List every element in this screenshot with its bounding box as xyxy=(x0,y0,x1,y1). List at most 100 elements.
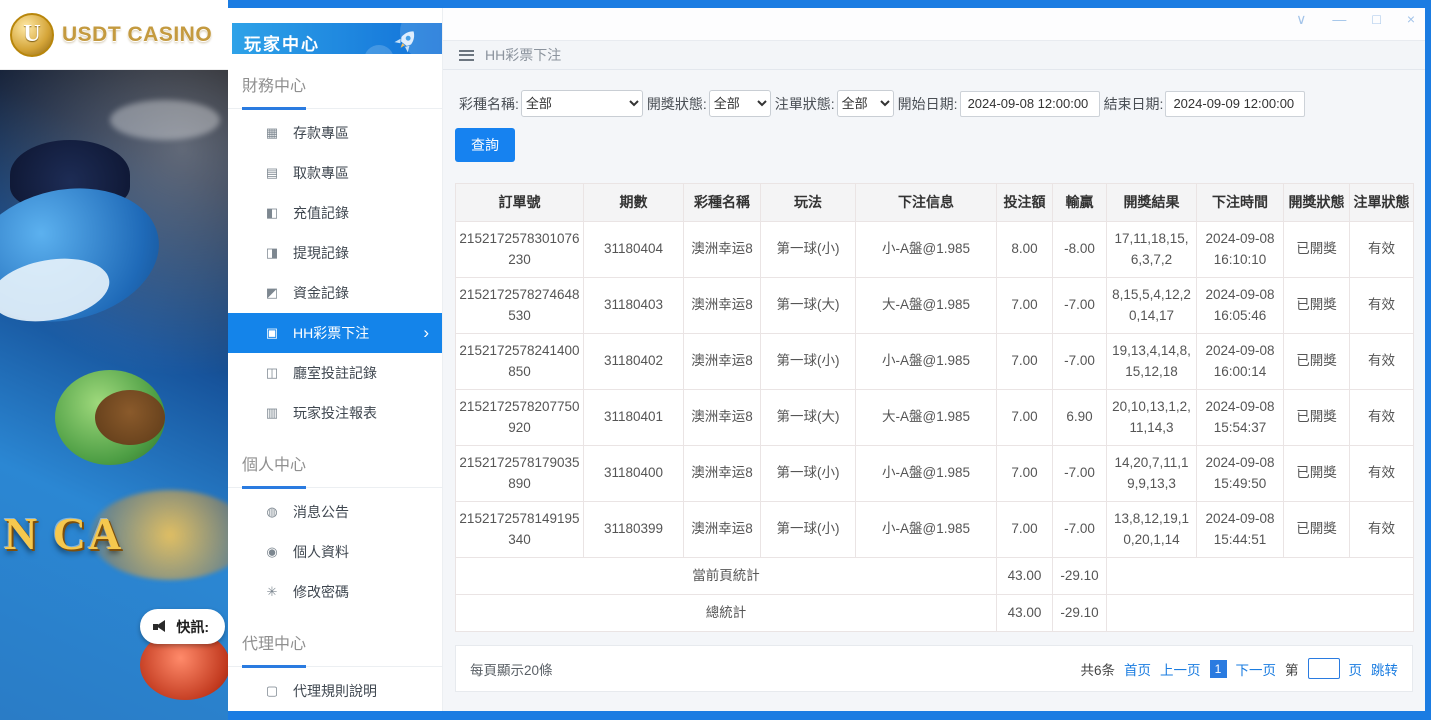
sidebar: 玩家中心 PLAYERS CENTER 財務中心▦存款專區›▤取款專區›◧充值記… xyxy=(228,8,443,711)
table-cell: 澳洲幸运8 xyxy=(684,502,761,558)
table-cell: -7.00 xyxy=(1053,278,1107,334)
funds-record-icon: ◩ xyxy=(264,285,280,301)
table-cell: 澳洲幸运8 xyxy=(684,390,761,446)
table-cell: 2024-09-08 15:54:37 xyxy=(1197,390,1284,446)
sidebar-item[interactable]: ▥玩家投注報表› xyxy=(228,393,442,433)
table-cell: 已開獎 xyxy=(1284,222,1350,278)
table-cell: 14,20,7,11,19,9,13,3 xyxy=(1107,446,1197,502)
table-cell: 大-A盤@1.985 xyxy=(856,278,997,334)
sidebar-item[interactable]: ◫廳室投註記錄› xyxy=(228,353,442,393)
table-row: 215217257824140085031180402澳洲幸运8第一球(小)小-… xyxy=(456,334,1414,390)
bets-table-wrap: 訂單號期數彩種名稱玩法下注信息投注額輸贏開獎結果下注時間開獎狀態注單狀態 215… xyxy=(455,183,1413,632)
lottery-name-select[interactable]: 全部 xyxy=(521,90,643,117)
sidebar-item-label: 玩家投注報表 xyxy=(293,403,377,423)
total-count-text: 共6条 xyxy=(1080,659,1115,679)
table-cell: 31180404 xyxy=(584,222,684,278)
table-cell: -8.00 xyxy=(1053,222,1107,278)
summary-winloss-total: -29.10 xyxy=(1053,558,1107,595)
search-button[interactable]: 查詢 xyxy=(455,128,515,162)
summary-empty-cell xyxy=(1107,558,1414,595)
minimize-icon[interactable]: — xyxy=(1332,10,1346,28)
table-row: 215217257827464853031180403澳洲幸运8第一球(大)大-… xyxy=(456,278,1414,334)
close-icon[interactable]: × xyxy=(1407,10,1415,28)
column-header: 投注額 xyxy=(997,184,1053,222)
sidebar-item[interactable]: ▢代理規則說明› xyxy=(228,671,442,711)
sidebar-item-label: 取款專區 xyxy=(293,163,349,183)
sidebar-item-label: 存款專區 xyxy=(293,123,349,143)
table-cell: 大-A盤@1.985 xyxy=(856,390,997,446)
table-cell: 2024-09-08 16:05:46 xyxy=(1197,278,1284,334)
table-cell: 澳洲幸运8 xyxy=(684,334,761,390)
lottery-bet-icon: ▣ xyxy=(264,325,280,341)
table-cell: 7.00 xyxy=(997,334,1053,390)
jump-page-input[interactable] xyxy=(1308,658,1340,679)
table-cell: 有效 xyxy=(1350,222,1414,278)
table-cell: -7.00 xyxy=(1053,502,1107,558)
column-header: 期數 xyxy=(584,184,684,222)
jump-prefix-label: 第 xyxy=(1285,659,1299,679)
column-header: 注單狀態 xyxy=(1350,184,1414,222)
sidebar-item[interactable]: ◧充值記錄› xyxy=(228,193,442,233)
sidebar-section: 代理中心▢代理規則說明› xyxy=(228,612,442,711)
table-cell: 8,15,5,4,12,20,14,17 xyxy=(1107,278,1197,334)
sidebar-item[interactable]: ▦存款專區› xyxy=(228,113,442,153)
table-cell: 2152172578241400850 xyxy=(456,334,584,390)
sidebar-item-label: 資金記錄 xyxy=(293,283,349,303)
sidebar-section-title: 個人中心 xyxy=(228,443,442,488)
order-status-select[interactable]: 全部 xyxy=(837,90,894,117)
gear-icon: ✳ xyxy=(264,584,280,600)
sidebar-item[interactable]: ◨提現記錄› xyxy=(228,233,442,273)
summary-row: 總統計43.00-29.10 xyxy=(456,595,1414,632)
column-header: 彩種名稱 xyxy=(684,184,761,222)
summary-label: 總統計 xyxy=(456,595,997,632)
search-row: 查詢 xyxy=(455,128,1413,162)
brand-name: USDT CASINO xyxy=(62,23,212,47)
draw-status-select[interactable]: 全部 xyxy=(709,90,771,117)
sidebar-item[interactable]: ◩資金記錄› xyxy=(228,273,442,313)
menu-toggle-icon[interactable] xyxy=(459,50,474,61)
column-header: 開獎狀態 xyxy=(1284,184,1350,222)
sidebar-item[interactable]: ▤取款專區› xyxy=(228,153,442,193)
sidebar-item[interactable]: ▣HH彩票下注› xyxy=(228,313,442,353)
table-cell: 澳洲幸运8 xyxy=(684,446,761,502)
usdt-coin-icon: U xyxy=(10,13,54,57)
player-report-icon: ▥ xyxy=(264,405,280,421)
bets-table: 訂單號期數彩種名稱玩法下注信息投注額輸贏開獎結果下注時間開獎狀態注單狀態 215… xyxy=(455,183,1414,632)
first-page-link[interactable]: 首页 xyxy=(1124,659,1151,679)
news-label: 快訊: xyxy=(176,617,209,637)
table-cell: 有效 xyxy=(1350,390,1414,446)
pagination-bar: 每頁顯示20條 共6条 首页 上一页 1 下一页 第 页 跳转 xyxy=(455,645,1413,692)
sidebar-item[interactable]: ◍消息公告› xyxy=(228,492,442,532)
news-ticker-pill[interactable]: 快訊: xyxy=(140,609,225,644)
table-cell: 17,11,18,15,6,3,7,2 xyxy=(1107,222,1197,278)
table-header-row: 訂單號期數彩種名稱玩法下注信息投注額輸贏開獎結果下注時間開獎狀態注單狀態 xyxy=(456,184,1414,222)
table-cell: 6.90 xyxy=(1053,390,1107,446)
sidebar-item-label: 廳室投註記錄 xyxy=(293,363,377,383)
table-cell: 2152172578179035890 xyxy=(456,446,584,502)
end-date-input[interactable] xyxy=(1165,91,1305,117)
table-cell: -7.00 xyxy=(1053,334,1107,390)
table-cell: 2024-09-08 15:44:51 xyxy=(1197,502,1284,558)
column-header: 輸贏 xyxy=(1053,184,1107,222)
start-date-input[interactable] xyxy=(960,91,1100,117)
sidebar-item[interactable]: ◉個人資料› xyxy=(228,532,442,572)
chevron-down-icon[interactable]: ∨ xyxy=(1296,10,1306,28)
jump-suffix-label: 页 xyxy=(1349,659,1363,679)
table-cell: 有效 xyxy=(1350,278,1414,334)
logo: U USDT CASINO xyxy=(0,0,228,70)
table-cell: 2152172578274648530 xyxy=(456,278,584,334)
prev-page-link[interactable]: 上一页 xyxy=(1160,659,1201,679)
jump-button[interactable]: 跳转 xyxy=(1371,659,1398,679)
sidebar-item-label: 個人資料 xyxy=(293,542,349,562)
next-page-link[interactable]: 下一页 xyxy=(1236,659,1277,679)
promo-panel: U USDT CASINO N CA 快訊: xyxy=(0,0,228,720)
sidebar-item-label: 提現記錄 xyxy=(293,243,349,263)
maximize-icon[interactable]: □ xyxy=(1372,10,1380,28)
sidebar-item[interactable]: ✳修改密碼› xyxy=(228,572,442,612)
table-cell: 已開獎 xyxy=(1284,278,1350,334)
sidebar-item-label: 消息公告 xyxy=(293,502,349,522)
table-cell: 7.00 xyxy=(997,278,1053,334)
table-cell: 31180402 xyxy=(584,334,684,390)
summary-bet-total: 43.00 xyxy=(997,558,1053,595)
deposit-icon: ▦ xyxy=(264,125,280,141)
